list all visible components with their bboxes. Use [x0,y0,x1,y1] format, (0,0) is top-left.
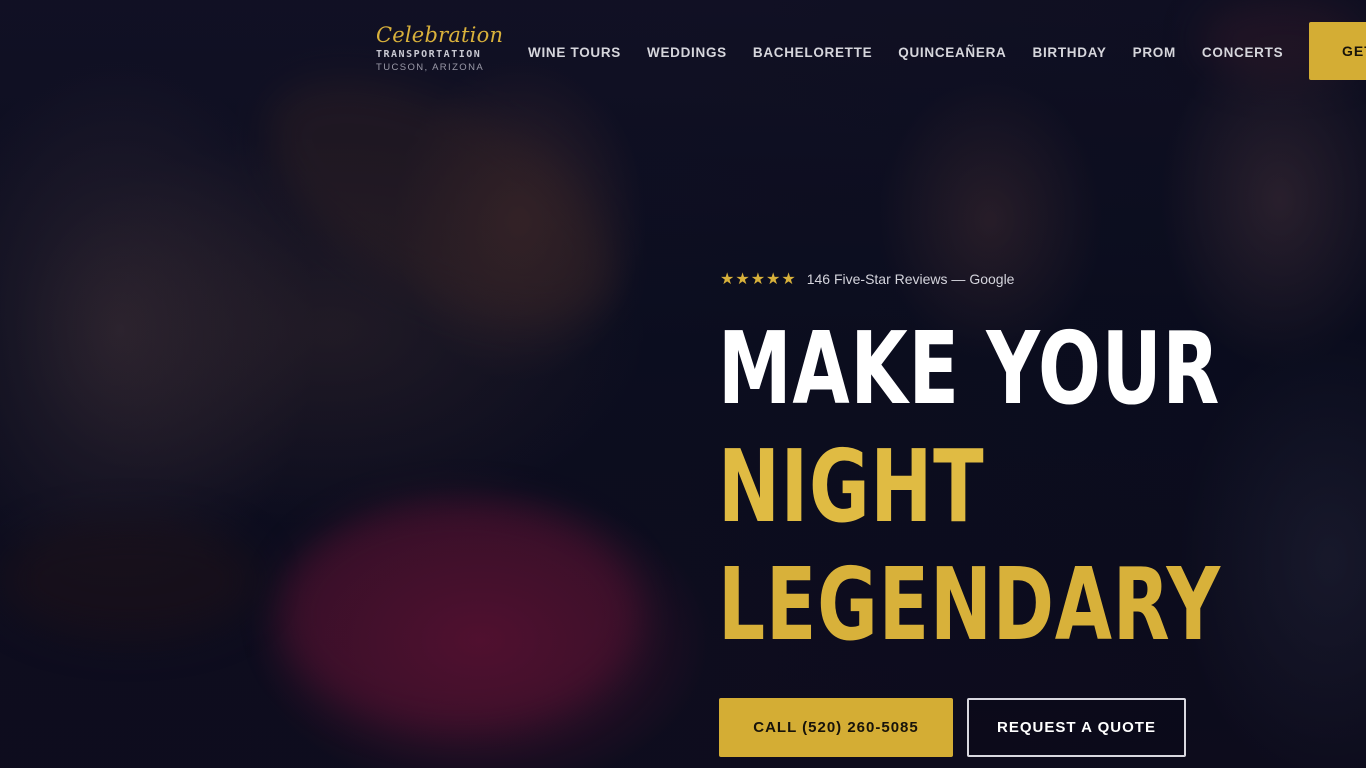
nav-item-quinceanera[interactable]: QUINCEAÑERA [898,45,1006,60]
logo-location: TUCSON, ARIZONA [376,62,485,73]
nav-item-birthday[interactable]: BIRTHDAY [1033,45,1107,60]
brand-logo[interactable]: Celebration TRANSPORTATION TUCSON, ARIZO… [376,22,504,75]
nav-item-prom[interactable]: PROM [1133,45,1176,60]
request-quote-button[interactable]: REQUEST A QUOTE [967,698,1186,757]
get-quote-cta-button[interactable]: GET [1309,22,1366,80]
nav-item-wine-tours[interactable]: WINE TOURS [528,45,621,60]
logo-script-text: Celebration [376,23,504,47]
headline-line-2: NIGHT [718,428,985,545]
rating-text: 146 Five-Star Reviews — Google [806,271,1015,287]
call-phone-button[interactable]: CALL (520) 260-5085 [719,698,953,757]
nav-item-bachelorette[interactable]: BACHELORETTE [753,45,872,60]
nav-item-concerts[interactable]: CONCERTS [1202,45,1283,60]
main-nav: WINE TOURS WEDDINGS BACHELORETTE QUINCEA… [515,42,1296,62]
hero-headline: MAKE YOUR NIGHT LEGENDARY [718,310,1366,664]
star-rating-icon: ★★★★★ [720,271,797,288]
hero-section: Celebration TRANSPORTATION TUCSON, ARIZO… [0,0,1366,768]
nav-item-weddings[interactable]: WEDDINGS [647,45,727,60]
reviews-rating: ★★★★★ 146 Five-Star Reviews — Google [720,268,1014,290]
headline-line-3: LEGENDARY [718,546,1221,663]
logo-subtitle: TRANSPORTATION [376,49,482,60]
headline-line-1: MAKE YOUR [718,310,1221,427]
